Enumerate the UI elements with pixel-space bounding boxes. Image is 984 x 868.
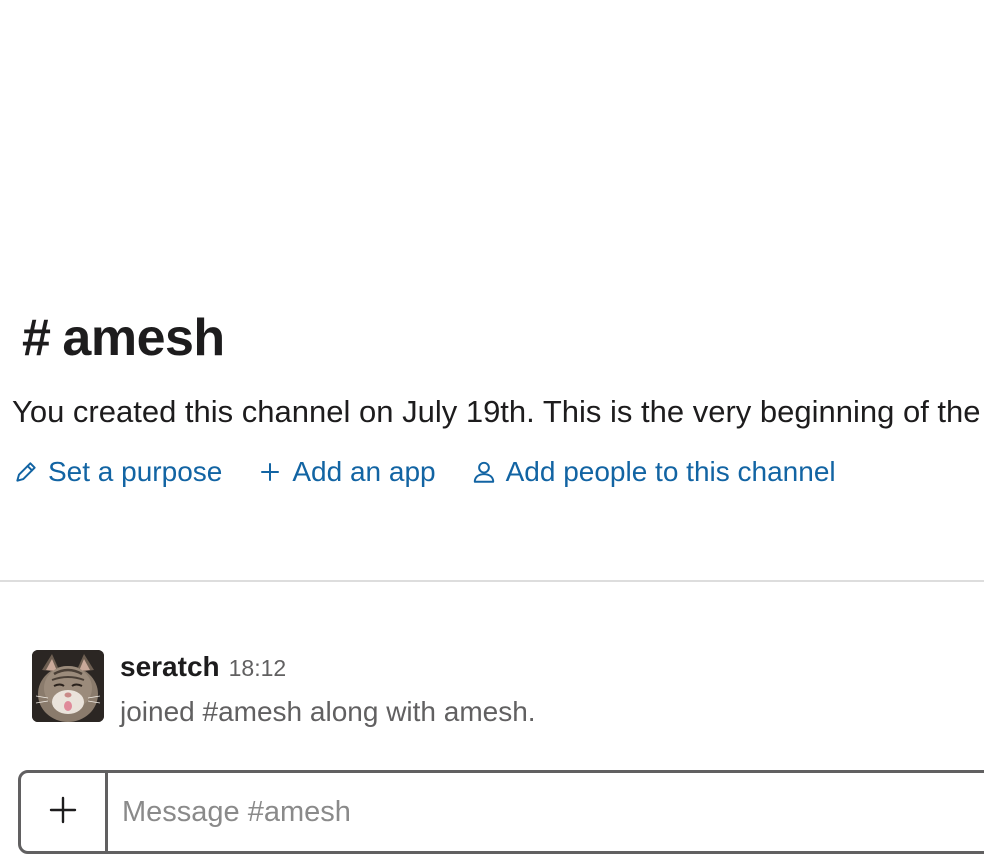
message-item: seratch 18:12 joined #amesh along with a…	[32, 650, 972, 730]
channel-hash-symbol: #	[22, 309, 51, 367]
channel-name: amesh	[62, 309, 225, 367]
channel-description: You created this channel on July 19th. T…	[12, 394, 984, 429]
attach-button[interactable]	[21, 773, 108, 851]
message-text: joined #amesh along with amesh.	[120, 696, 536, 727]
set-purpose-label: Set a purpose	[48, 456, 223, 487]
message-header: seratch 18:12	[120, 650, 286, 684]
add-app-link[interactable]: Add an app	[256, 454, 436, 490]
message-author[interactable]: seratch	[120, 650, 220, 684]
set-purpose-link[interactable]: Set a purpose	[12, 454, 222, 490]
add-app-label: Add an app	[292, 456, 436, 487]
person-icon	[470, 458, 498, 486]
message-timestamp[interactable]: 18:12	[229, 655, 287, 682]
add-people-link[interactable]: Add people to this channel	[470, 454, 836, 490]
cat-avatar[interactable]	[32, 650, 104, 722]
intro-divider	[0, 580, 984, 582]
message-composer	[18, 770, 984, 854]
channel-actions: Set a purpose Add an app Add people to t…	[12, 454, 870, 490]
pencil-icon	[12, 458, 40, 486]
plus-icon	[47, 794, 79, 831]
channel-view: # amesh You created this channel on July …	[0, 0, 984, 868]
add-people-label: Add people to this channel	[505, 456, 836, 487]
channel-title: # amesh	[22, 308, 225, 368]
plus-icon	[256, 458, 284, 486]
message-input[interactable]	[108, 773, 984, 851]
